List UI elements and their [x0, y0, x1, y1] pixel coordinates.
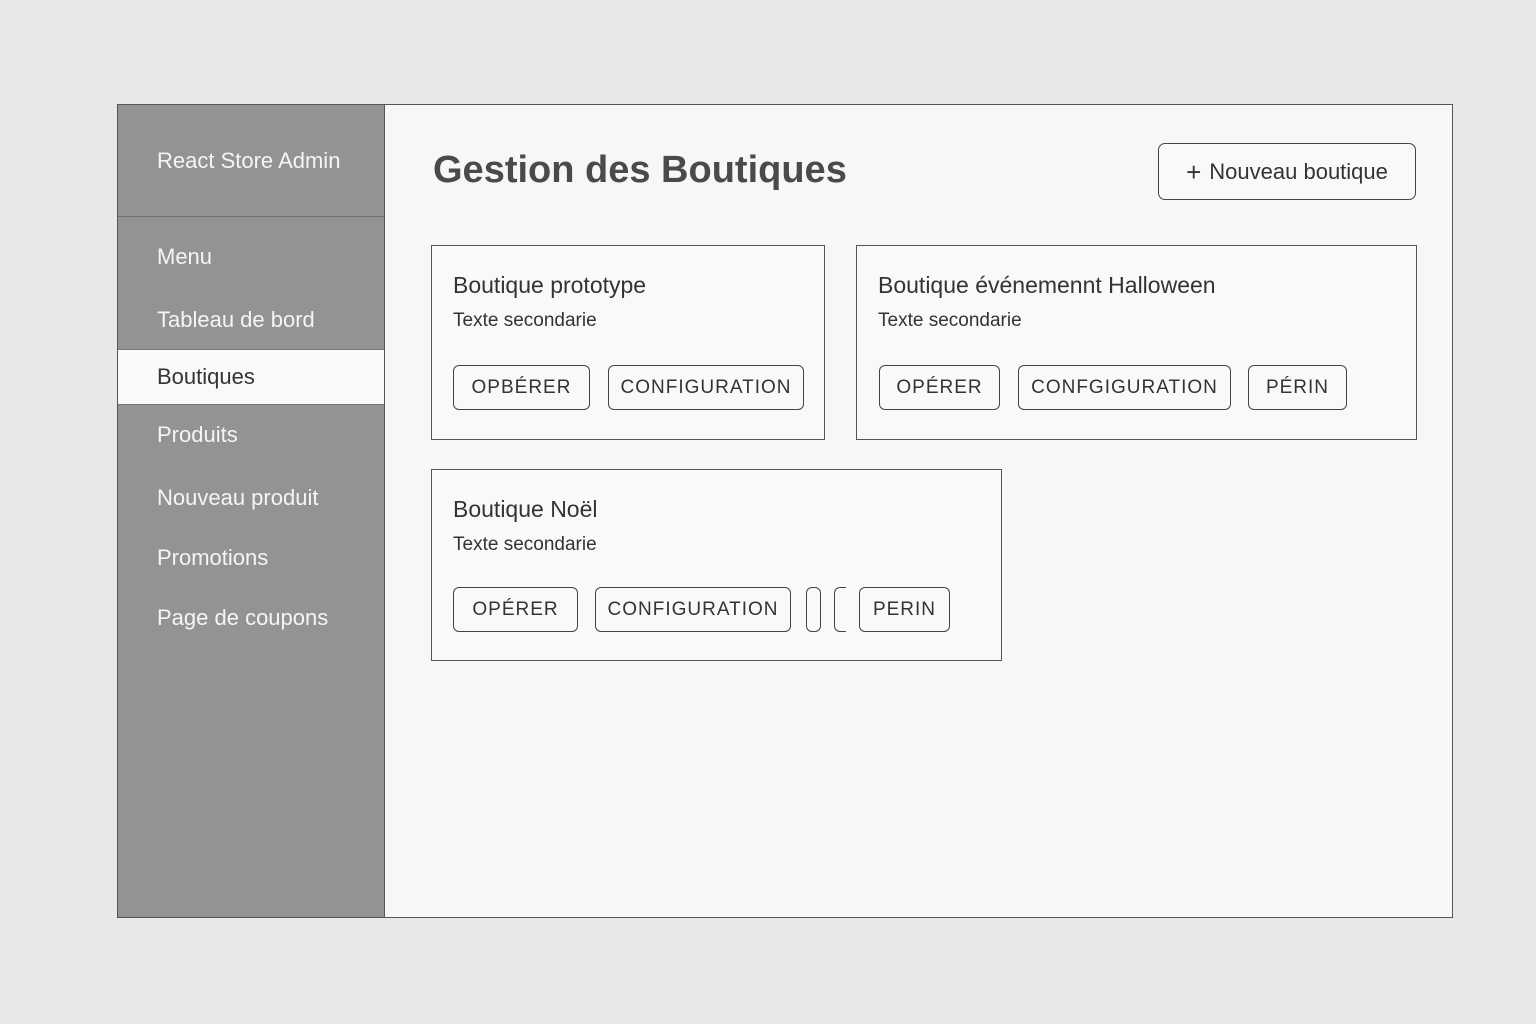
sidebar-item-label: Promotions — [157, 545, 269, 570]
unlabeled-button-partial[interactable] — [834, 587, 846, 632]
sidebar-item-label: Boutiques — [157, 364, 255, 389]
sidebar-item-produits[interactable]: Produits — [118, 407, 384, 463]
operate-button[interactable]: OPÉRER — [453, 587, 578, 632]
card-title: Boutique Noël — [453, 496, 598, 522]
card-subtitle: Texte secondarie — [453, 534, 597, 555]
sidebar-item-coupons[interactable]: Page de coupons — [118, 590, 384, 646]
sidebar-item-label: Page de coupons — [157, 605, 329, 630]
perin-button[interactable]: PERIN — [859, 587, 950, 632]
perin-button[interactable]: PÉRIN — [1248, 365, 1347, 410]
sidebar-item-label: Produits — [157, 422, 238, 447]
page-title: Gestion des Boutiques — [433, 149, 847, 191]
boutique-card: Boutique prototype Texte secondarie OPBÉ… — [431, 245, 825, 440]
configuration-button[interactable]: CONFIGURATION — [595, 587, 791, 632]
card-subtitle: Texte secondarie — [453, 310, 597, 331]
unlabeled-button[interactable] — [806, 587, 821, 632]
sidebar-item-label: Menu — [157, 244, 213, 269]
card-title: Boutique prototype — [453, 272, 647, 298]
boutique-card: Boutique Noël Texte secondarie OPÉRER CO… — [431, 469, 1002, 661]
new-boutique-label: Nouveau boutique — [1209, 158, 1388, 184]
boutique-card: Boutique événemennt Halloween Texte seco… — [856, 245, 1417, 440]
brand-title: React Store Admin — [157, 148, 341, 173]
sidebar-item-menu[interactable]: Menu — [118, 229, 384, 285]
sidebar-item-promotions[interactable]: Promotions — [118, 530, 384, 586]
sidebar: React Store Admin Menu Tableau de bord B… — [118, 105, 385, 917]
operate-button[interactable]: OPÉRER — [879, 365, 1000, 410]
sidebar-item-dashboard[interactable]: Tableau de bord — [118, 292, 384, 348]
app-window: React Store Admin Menu Tableau de bord B… — [117, 104, 1453, 918]
operate-button[interactable]: OPBÉRER — [453, 365, 590, 410]
sidebar-item-label: Tableau de bord — [157, 307, 315, 332]
card-subtitle: Texte secondarie — [878, 310, 1022, 331]
plus-icon: + — [1186, 156, 1202, 187]
sidebar-item-label: Nouveau produit — [157, 485, 319, 510]
card-title: Boutique événemennt Halloween — [878, 272, 1216, 298]
configuration-button[interactable]: CONFGIGURATION — [1018, 365, 1231, 410]
sidebar-item-nouveau-produit[interactable]: Nouveau produit — [118, 470, 384, 526]
new-boutique-button[interactable]: + Nouveau boutique — [1158, 143, 1416, 200]
configuration-button[interactable]: CONFIGURATION — [608, 365, 804, 410]
sidebar-item-boutiques[interactable]: Boutiques — [118, 349, 384, 405]
brand-header: React Store Admin — [118, 105, 384, 217]
